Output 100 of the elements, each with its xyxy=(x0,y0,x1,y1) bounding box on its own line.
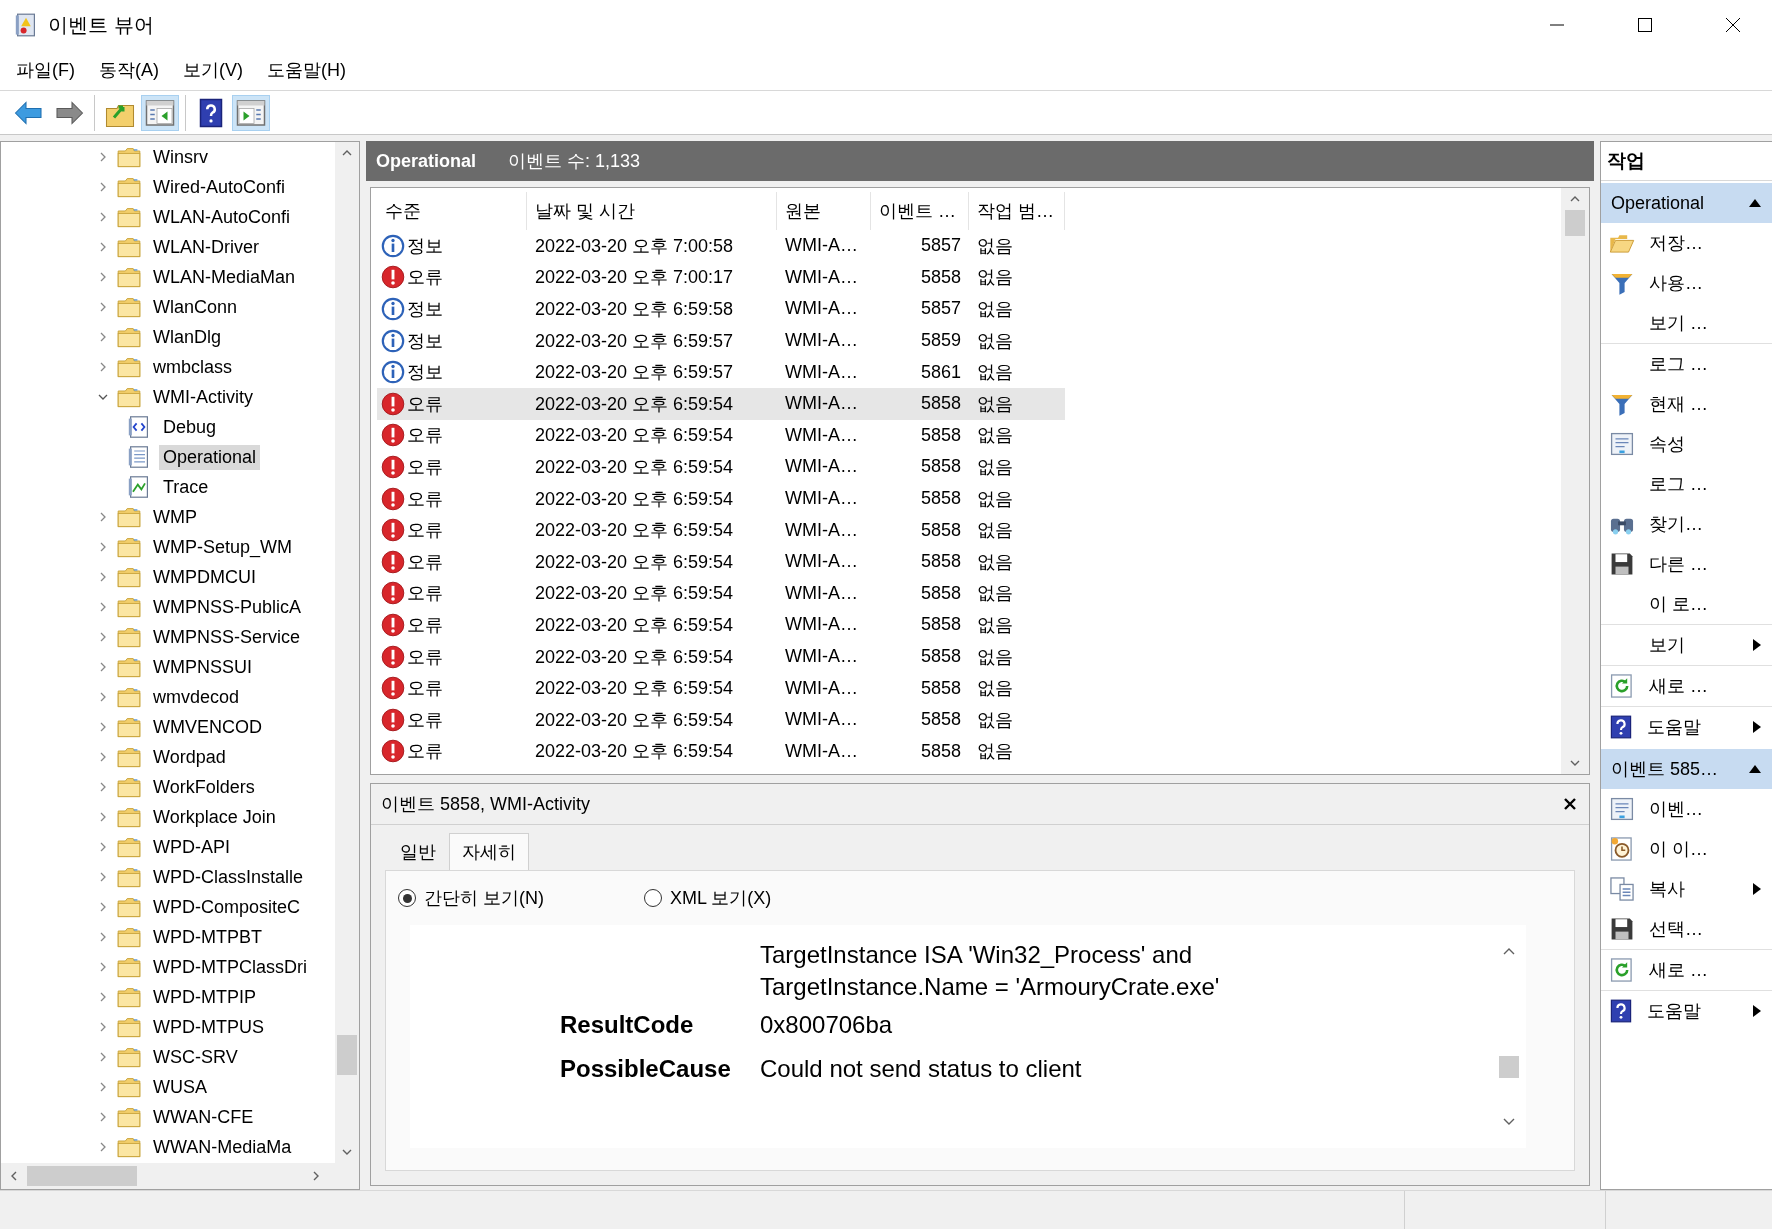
tree-item[interactable]: WorkFolders xyxy=(149,774,259,800)
section-header[interactable]: 이벤트 585… xyxy=(1601,749,1772,789)
event-row[interactable]: 오류 2022-03-20 오후 6:59:54 WMI-A… 5858 없음 xyxy=(377,545,1065,578)
tree-item[interactable]: Winsrv xyxy=(149,144,212,170)
tree-item[interactable]: Workplace Join xyxy=(149,804,280,830)
tree-item[interactable]: WLAN-MediaMan xyxy=(149,264,300,290)
event-row[interactable]: 오류 2022-03-20 오후 7:00:17 WMI-A… 5858 없음 xyxy=(377,261,1065,294)
action-item[interactable]: 새로 … xyxy=(1601,950,1772,991)
close-icon[interactable] xyxy=(1563,797,1577,811)
tree-item[interactable]: wmbclass xyxy=(149,354,236,380)
radio-option[interactable]: XML 보기(X) xyxy=(644,886,772,910)
tree-item[interactable]: WMP-Setup_WM xyxy=(149,534,297,560)
tree-item[interactable]: WlanDlg xyxy=(149,324,226,350)
tree-item[interactable]: WPD-MTPUS xyxy=(149,1014,268,1040)
event-row[interactable]: 정보 2022-03-20 오후 6:59:57 WMI-A… 5861 없음 xyxy=(377,356,1065,388)
menu-item[interactable]: 도움말(H) xyxy=(255,54,358,86)
action-item[interactable]: 이벤… xyxy=(1601,789,1772,829)
tree-item[interactable]: WMPNSS-Service xyxy=(149,624,304,650)
action-item[interactable]: 저장… xyxy=(1601,223,1772,263)
event-row[interactable]: 오류 2022-03-20 오후 6:59:54 WMI-A… 5858 없음 xyxy=(377,640,1065,673)
radio-icon[interactable] xyxy=(644,889,662,907)
scrollbar-thumb[interactable] xyxy=(337,1035,357,1075)
tree-item[interactable]: WPD-MTPClassDri xyxy=(149,954,311,980)
event-row[interactable]: 오류 2022-03-20 오후 6:59:54 WMI-A… 5858 없음 xyxy=(377,451,1065,483)
action-item[interactable]: 속성 xyxy=(1601,424,1772,464)
action-item[interactable]: 선택… xyxy=(1601,909,1772,950)
menu-item[interactable]: 동작(A) xyxy=(87,54,171,86)
event-row[interactable]: 오류 2022-03-20 오후 6:59:54 WMI-A… 5858 없음 xyxy=(377,514,1065,546)
tree-item[interactable]: WPD-MTPBT xyxy=(149,924,266,950)
radio-option[interactable]: 간단히 보기(N) xyxy=(398,886,544,910)
task-category-cell-text: 없음 xyxy=(976,298,1014,321)
event-row[interactable]: 오류 2022-03-20 오후 6:59:54 WMI-A… 5858 없음 xyxy=(377,672,1065,704)
action-item[interactable]: 로그 … xyxy=(1601,344,1772,384)
maximize-icon[interactable] xyxy=(1637,17,1653,33)
action-item[interactable]: 이 이… xyxy=(1601,829,1772,869)
action-item[interactable]: 현재 … xyxy=(1601,384,1772,424)
event-row[interactable]: 오류 2022-03-20 오후 6:59:54 WMI-A… 5858 없음 xyxy=(377,419,1065,452)
tree-item[interactable]: Wired-AutoConfi xyxy=(149,174,290,200)
action-item[interactable]: 다른 … xyxy=(1601,544,1772,584)
tree-item[interactable]: Operational xyxy=(159,444,261,470)
action-item[interactable]: 복사 xyxy=(1601,869,1772,909)
menu-item[interactable]: 보기(V) xyxy=(171,54,255,86)
tree-item[interactable]: WPD-MTPIP xyxy=(149,984,260,1010)
event-row[interactable]: 오류 2022-03-20 오후 6:59:54 WMI-A… 5858 없음 xyxy=(377,703,1065,736)
tree-item[interactable]: WlanConn xyxy=(149,294,242,320)
tree-item[interactable]: Debug xyxy=(159,414,221,440)
tree-item[interactable]: WSC-SRV xyxy=(149,1044,242,1070)
folder-icon xyxy=(117,1075,141,1099)
tree-item[interactable]: WLAN-Driver xyxy=(149,234,263,260)
tree-item[interactable]: wmvdecod xyxy=(149,684,244,710)
tree-item[interactable]: WMPNSS-PublicA xyxy=(149,594,306,620)
tree-item[interactable]: Wordpad xyxy=(149,744,230,770)
tree-item[interactable]: WMVENCOD xyxy=(149,714,266,740)
scrollbar-thumb[interactable] xyxy=(1565,210,1585,236)
tree-item[interactable]: WMP xyxy=(149,504,201,530)
tree-item[interactable]: WMI-Activity xyxy=(149,384,257,410)
tab[interactable]: 자세히 xyxy=(449,833,529,870)
scrollbar-thumb[interactable] xyxy=(27,1166,137,1186)
action-item[interactable]: 이 로… xyxy=(1601,584,1772,625)
action-item[interactable]: 보기 xyxy=(1601,625,1772,666)
event-row[interactable]: 오류 2022-03-20 오후 6:59:54 WMI-A… 5858 없음 xyxy=(377,387,1065,420)
action-item[interactable]: 도움말 xyxy=(1601,707,1772,747)
tree-item[interactable]: WMPNSSUI xyxy=(149,654,256,680)
tree-item[interactable]: Trace xyxy=(159,474,213,500)
event-row[interactable]: 오류 2022-03-20 오후 6:59:54 WMI-A… 5858 없음 xyxy=(377,735,1065,768)
event-row[interactable]: 정보 2022-03-20 오후 6:59:57 WMI-A… 5859 없음 xyxy=(377,324,1065,357)
event-row[interactable]: 정보 2022-03-20 오후 6:59:58 WMI-A… 5857 없음 xyxy=(377,293,1065,325)
column-header[interactable]: 날짜 및 시간 xyxy=(527,192,777,230)
section-header[interactable]: Operational xyxy=(1601,183,1772,223)
action-item[interactable]: 보기 … xyxy=(1601,303,1772,344)
event-row[interactable]: 오류 2022-03-20 오후 6:59:54 WMI-A… 5858 없음 xyxy=(377,609,1065,641)
collapse-triangle-icon[interactable] xyxy=(1748,198,1762,208)
tree-item[interactable]: WLAN-AutoConfi xyxy=(149,204,295,230)
action-item[interactable]: 로그 … xyxy=(1601,464,1772,504)
radio-icon[interactable] xyxy=(398,889,416,907)
column-header[interactable]: 작업 범… xyxy=(969,192,1065,230)
folder-icon xyxy=(117,1135,141,1159)
source-cell-text: WMI-A… xyxy=(784,646,859,667)
collapse-triangle-icon[interactable] xyxy=(1748,764,1762,774)
menu-item[interactable]: 파일(F) xyxy=(4,54,87,86)
action-item[interactable]: 찾기… xyxy=(1601,504,1772,544)
tree-item[interactable]: WUSA xyxy=(149,1074,211,1100)
action-item[interactable]: 새로 … xyxy=(1601,666,1772,707)
event-row[interactable]: 오류 2022-03-20 오후 6:59:54 WMI-A… 5858 없음 xyxy=(377,577,1065,610)
tree-item[interactable]: WWAN-CFE xyxy=(149,1104,258,1130)
tree-item[interactable]: WPD-CompositeC xyxy=(149,894,305,920)
close-icon[interactable] xyxy=(1725,17,1741,33)
column-header[interactable]: 수준 xyxy=(377,192,527,230)
event-row[interactable]: 오류 2022-03-20 오후 6:59:54 WMI-A… 5858 없음 xyxy=(377,482,1065,515)
tree-item[interactable]: WWAN-MediaMa xyxy=(149,1134,296,1160)
column-header[interactable]: 이벤트 … xyxy=(871,192,969,230)
column-header[interactable]: 원본 xyxy=(777,192,871,230)
tree-item[interactable]: WMPDMCUI xyxy=(149,564,260,590)
tab[interactable]: 일반 xyxy=(387,833,449,870)
tree-item[interactable]: WPD-ClassInstalle xyxy=(149,864,308,890)
tree-item[interactable]: WPD-API xyxy=(149,834,234,860)
action-item[interactable]: 도움말 xyxy=(1601,991,1772,1031)
event-row[interactable]: 정보 2022-03-20 오후 7:00:58 WMI-A… 5857 없음 xyxy=(377,230,1065,262)
scrollbar-thumb[interactable] xyxy=(1499,1055,1519,1078)
action-item[interactable]: 사용… xyxy=(1601,263,1772,303)
